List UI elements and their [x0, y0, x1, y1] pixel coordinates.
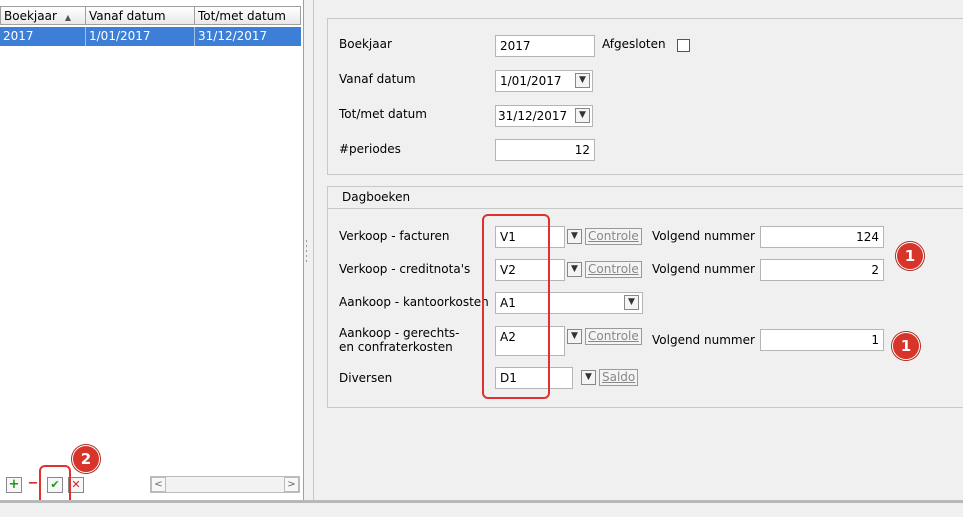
cell-totmet-datum: 31/12/2017	[198, 29, 268, 43]
highlight-dagboek-codes	[482, 214, 550, 399]
volgend-nummer-input[interactable]: 2	[760, 259, 884, 281]
boekjaar-list-pane: Boekjaar ▲ Vanaf datum Tot/met datum 2017…	[0, 0, 304, 500]
label-line: en confraterkosten	[339, 340, 453, 354]
horizontal-scrollbar[interactable]: < >	[150, 476, 300, 493]
detail-pane: Boekjaar 2017 Afgesloten Vanaf datum 1/0…	[313, 0, 963, 500]
label-line: Aankoop - gerechts-	[339, 326, 460, 340]
vanaf-datum-value: 1/01/2017	[500, 74, 562, 88]
boekjaar-input[interactable]: 2017	[495, 35, 595, 57]
column-header-label: Vanaf datum	[89, 9, 166, 23]
cell-vanaf-datum: 1/01/2017	[86, 27, 195, 46]
volgend-nummer-input[interactable]: 124	[760, 226, 884, 248]
saldo-button[interactable]: Saldo	[599, 369, 639, 386]
divider	[327, 208, 963, 209]
column-header-boekjaar[interactable]: Boekjaar ▲	[0, 6, 86, 25]
marker-1: 1	[892, 332, 920, 360]
table-row[interactable]: 2017 1/01/2017 31/12/2017	[0, 27, 301, 46]
volgend-nummer-label: Volgend nummer	[652, 262, 755, 276]
splitter-grip-icon[interactable]	[305, 240, 308, 264]
controle-button[interactable]: Controle	[585, 261, 642, 278]
chevron-down-icon[interactable]: ▼	[575, 73, 590, 88]
afgesloten-label: Afgesloten	[602, 37, 666, 51]
controle-button[interactable]: Controle	[585, 328, 642, 345]
vanaf-datum-label: Vanaf datum	[339, 72, 416, 86]
periodes-input[interactable]: 12	[495, 139, 595, 161]
column-header-vanaf-datum[interactable]: Vanaf datum	[86, 6, 195, 25]
volgend-nummer-label: Volgend nummer	[652, 333, 755, 347]
volgend-nummer-input[interactable]: 1	[760, 329, 884, 351]
column-header-label: Tot/met datum	[198, 9, 286, 23]
totmet-datum-value: 31/12/2017	[498, 109, 568, 123]
afgesloten-checkbox[interactable]	[677, 39, 690, 52]
chevron-down-icon[interactable]: ▼	[567, 229, 582, 244]
dagboek-label-diversen: Diversen	[339, 371, 393, 385]
dagboek-label-verkoop-facturen: Verkoop - facturen	[339, 229, 450, 243]
totmet-datum-label: Tot/met datum	[339, 107, 427, 121]
volgend-nummer-label: Volgend nummer	[652, 229, 755, 243]
cell-boekjaar: 2017	[0, 27, 86, 46]
column-header-totmet-datum[interactable]: Tot/met datum	[195, 6, 301, 25]
column-header-label: Boekjaar	[4, 9, 57, 23]
chevron-down-icon[interactable]: ▼	[575, 108, 590, 123]
chevron-down-icon[interactable]: ▼	[567, 329, 582, 344]
chevron-down-icon[interactable]: ▼	[581, 370, 596, 385]
boekjaar-label: Boekjaar	[339, 37, 392, 51]
add-button[interactable]: +	[6, 477, 22, 493]
scroll-right-icon[interactable]: >	[284, 477, 299, 492]
sort-ascending-icon: ▲	[64, 13, 72, 22]
scroll-left-icon[interactable]: <	[151, 477, 166, 492]
dagboeken-title: Dagboeken	[342, 190, 411, 204]
marker-1: 1	[896, 242, 924, 270]
chevron-down-icon[interactable]: ▼	[624, 295, 639, 310]
controle-button[interactable]: Controle	[585, 228, 642, 245]
marker-2: 2	[72, 445, 100, 473]
periodes-label: #periodes	[339, 142, 401, 156]
chevron-down-icon[interactable]: ▼	[567, 262, 582, 277]
dagboek-label-verkoop-creditnotas: Verkoop - creditnota's	[339, 262, 471, 276]
dagboek-label-aankoop-gerechtskosten: Aankoop - gerechts- en confraterkosten	[339, 326, 460, 354]
status-bar	[0, 500, 963, 517]
dagboek-label-aankoop-kantoorkosten: Aankoop - kantoorkosten	[339, 295, 489, 309]
